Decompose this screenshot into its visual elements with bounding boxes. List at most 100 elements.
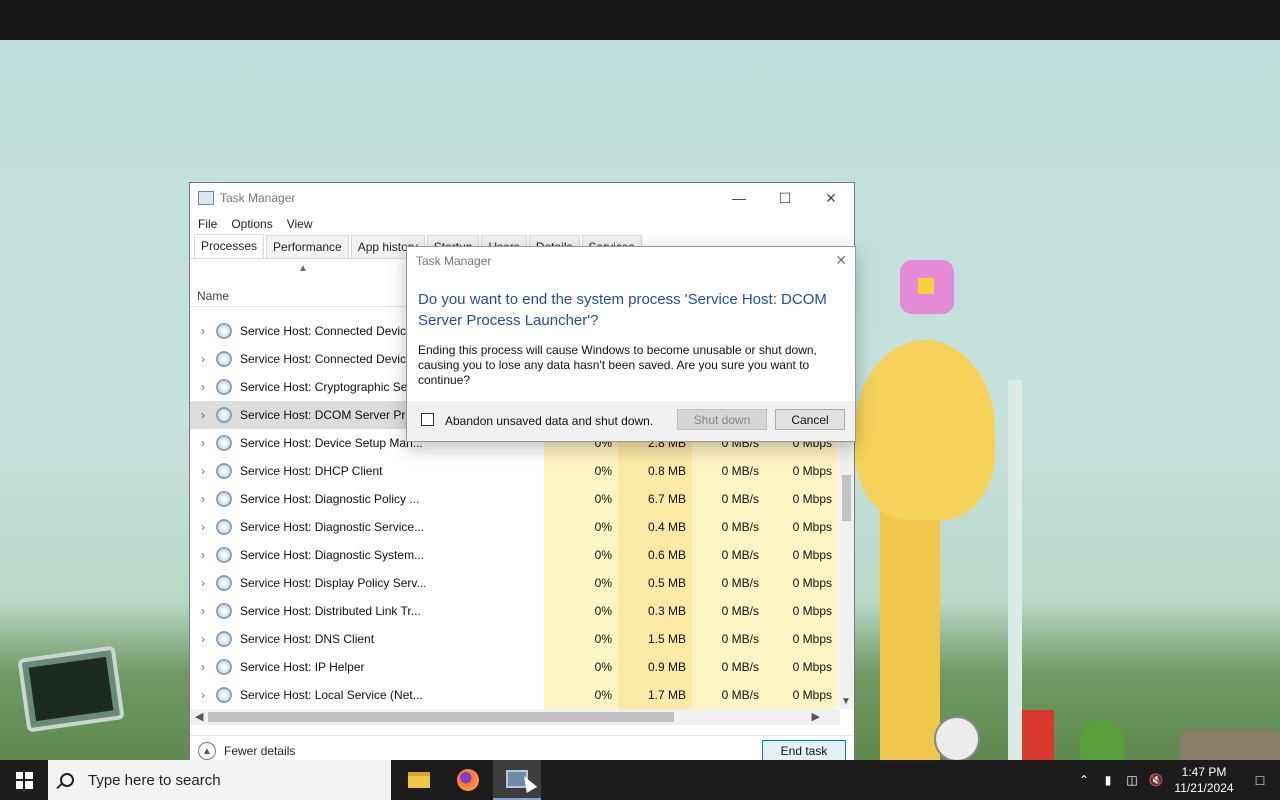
abandon-data-checkbox[interactable]	[421, 413, 434, 426]
process-row[interactable]: › Service Host: IP Helper 0% 0.9 MB 0 MB/s 0 …	[190, 653, 840, 681]
network-cell: 0 Mbps	[765, 569, 838, 597]
memory-cell: 0.9 MB	[618, 653, 692, 681]
close-button[interactable]: ✕	[808, 183, 854, 213]
horizontal-scrollbar[interactable]: ◀ ▶	[190, 709, 840, 725]
service-gear-icon	[216, 547, 232, 563]
expand-chevron-icon[interactable]: ›	[190, 660, 216, 674]
network-cell: 0 Mbps	[765, 485, 838, 513]
process-name: Service Host: Distributed Link Tr...	[240, 604, 421, 618]
service-gear-icon	[216, 351, 232, 367]
clock-time: 1:47 PM	[1181, 765, 1227, 779]
expand-chevron-icon[interactable]: ›	[190, 380, 216, 394]
service-gear-icon	[216, 491, 232, 507]
notification-icon[interactable]: □	[1240, 772, 1280, 788]
expand-chevron-icon[interactable]: ›	[190, 576, 216, 590]
tab-performance[interactable]: Performance	[266, 235, 349, 258]
expand-chevron-icon[interactable]: ›	[190, 352, 216, 366]
process-row[interactable]: › Service Host: Diagnostic Service... 0% 0.…	[190, 513, 840, 541]
task-manager-icon	[198, 191, 214, 205]
title-bar[interactable]: Task Manager — ☐ ✕	[190, 183, 854, 213]
process-row[interactable]: › Service Host: DNS Client 0% 1.5 MB 0 MB/s 0…	[190, 625, 840, 653]
memory-cell: 0.5 MB	[618, 569, 692, 597]
tablet-icon[interactable]: ▮	[1096, 773, 1120, 787]
dialog-title-bar[interactable]: Task Manager ✕	[407, 247, 855, 275]
expand-chevron-icon[interactable]: ›	[190, 492, 216, 506]
search-icon	[60, 773, 74, 787]
disk-cell: 0 MB/s	[692, 457, 765, 485]
process-row[interactable]: › Service Host: Diagnostic System... 0% 0.6…	[190, 541, 840, 569]
dialog-question: Do you want to end the system process 'S…	[418, 291, 827, 329]
service-gear-icon	[216, 463, 232, 479]
firefox-button[interactable]	[444, 760, 492, 800]
process-row[interactable]: › Service Host: Diagnostic Policy ... 0% 6.…	[190, 485, 840, 513]
expand-chevron-icon[interactable]: ›	[190, 688, 216, 702]
end-process-dialog: Task Manager ✕ Do you want to end the sy…	[406, 246, 856, 442]
expand-chevron-icon[interactable]: ›	[190, 520, 216, 534]
menu-view[interactable]: View	[287, 217, 313, 231]
menu-options[interactable]: Options	[231, 217, 272, 231]
network-cell: 0 Mbps	[765, 597, 838, 625]
wallpaper-monitor	[17, 645, 125, 733]
clock[interactable]: 1:47 PM 11/21/2024	[1168, 764, 1240, 796]
memory-cell: 0.8 MB	[618, 457, 692, 485]
network-icon[interactable]: ◫	[1120, 773, 1144, 787]
tab-processes[interactable]: Processes	[194, 234, 265, 258]
process-row[interactable]: › Service Host: Display Policy Serv... 0% 0…	[190, 569, 840, 597]
cpu-cell: 0%	[544, 541, 618, 569]
expand-chevron-icon[interactable]: ›	[190, 548, 216, 562]
vertical-scroll-thumb[interactable]	[842, 475, 851, 521]
file-explorer-button[interactable]	[395, 760, 443, 800]
scroll-down-icon[interactable]: ▼	[841, 696, 851, 707]
process-name: Service Host: DHCP Client	[240, 464, 383, 478]
network-cell: 0 Mbps	[765, 457, 838, 485]
process-name: Service Host: DNS Client	[240, 632, 375, 646]
service-gear-icon	[216, 659, 232, 675]
task-manager-taskbar-button[interactable]	[493, 760, 541, 800]
taskbar: Type here to search ⌃ ▮ ◫ 🔇 1:47 PM 11/2…	[0, 760, 1280, 800]
cpu-cell: 0%	[544, 569, 618, 597]
disk-cell: 0 MB/s	[692, 569, 765, 597]
network-cell: 0 Mbps	[765, 681, 838, 709]
scroll-right-icon[interactable]: ▶	[812, 710, 820, 723]
service-gear-icon	[216, 379, 232, 395]
cpu-cell: 0%	[544, 625, 618, 653]
expand-chevron-icon[interactable]: ›	[190, 632, 216, 646]
start-button[interactable]	[0, 760, 48, 800]
menu-file[interactable]: File	[198, 217, 217, 231]
disk-cell: 0 MB/s	[692, 513, 765, 541]
expand-chevron-icon[interactable]: ›	[190, 464, 216, 478]
wallpaper-pole	[1008, 380, 1022, 760]
cpu-cell: 0%	[544, 653, 618, 681]
expand-chevron-icon[interactable]: ›	[190, 436, 216, 450]
service-gear-icon	[216, 407, 232, 423]
horizontal-scroll-thumb[interactable]	[208, 712, 674, 722]
service-gear-icon	[216, 575, 232, 591]
dialog-title: Task Manager	[416, 254, 492, 268]
expand-chevron-icon[interactable]: ›	[190, 604, 216, 618]
abandon-data-label[interactable]: Abandon unsaved data and shut down.	[445, 414, 653, 428]
expand-chevron-icon[interactable]: ›	[190, 324, 216, 338]
wallpaper-red-block	[1022, 710, 1054, 760]
minimize-button[interactable]: —	[716, 183, 762, 213]
expand-chevron-icon[interactable]: ›	[190, 408, 216, 422]
disk-cell: 0 MB/s	[692, 485, 765, 513]
sort-up-icon[interactable]: ▲	[298, 263, 308, 274]
fewer-details-button[interactable]: ▲ Fewer details	[198, 742, 295, 760]
dialog-close-icon[interactable]: ✕	[835, 252, 847, 269]
scroll-left-icon[interactable]: ◀	[195, 710, 203, 723]
cancel-button[interactable]: Cancel	[775, 409, 845, 430]
maximize-button[interactable]: ☐	[762, 183, 808, 213]
show-hidden-icons-chevron-icon[interactable]: ⌃	[1072, 773, 1096, 787]
process-row[interactable]: › Service Host: DHCP Client 0% 0.8 MB 0 MB/s…	[190, 457, 840, 485]
volume-muted-icon[interactable]: 🔇	[1144, 773, 1168, 787]
process-row[interactable]: › Service Host: Local Service (Net... 0% 1.…	[190, 681, 840, 709]
dialog-message: Ending this process will cause Windows t…	[418, 343, 817, 387]
cpu-cell: 0%	[544, 681, 618, 709]
process-name: Service Host: Diagnostic Service...	[240, 520, 425, 534]
process-row[interactable]: › Service Host: Distributed Link Tr... 0% 0…	[190, 597, 840, 625]
shut-down-button[interactable]: Shut down	[677, 409, 767, 430]
taskbar-search-box[interactable]: Type here to search	[48, 760, 391, 800]
network-cell: 0 Mbps	[765, 513, 838, 541]
end-task-button[interactable]: End task	[762, 740, 846, 762]
chevron-up-icon: ▲	[198, 742, 216, 760]
